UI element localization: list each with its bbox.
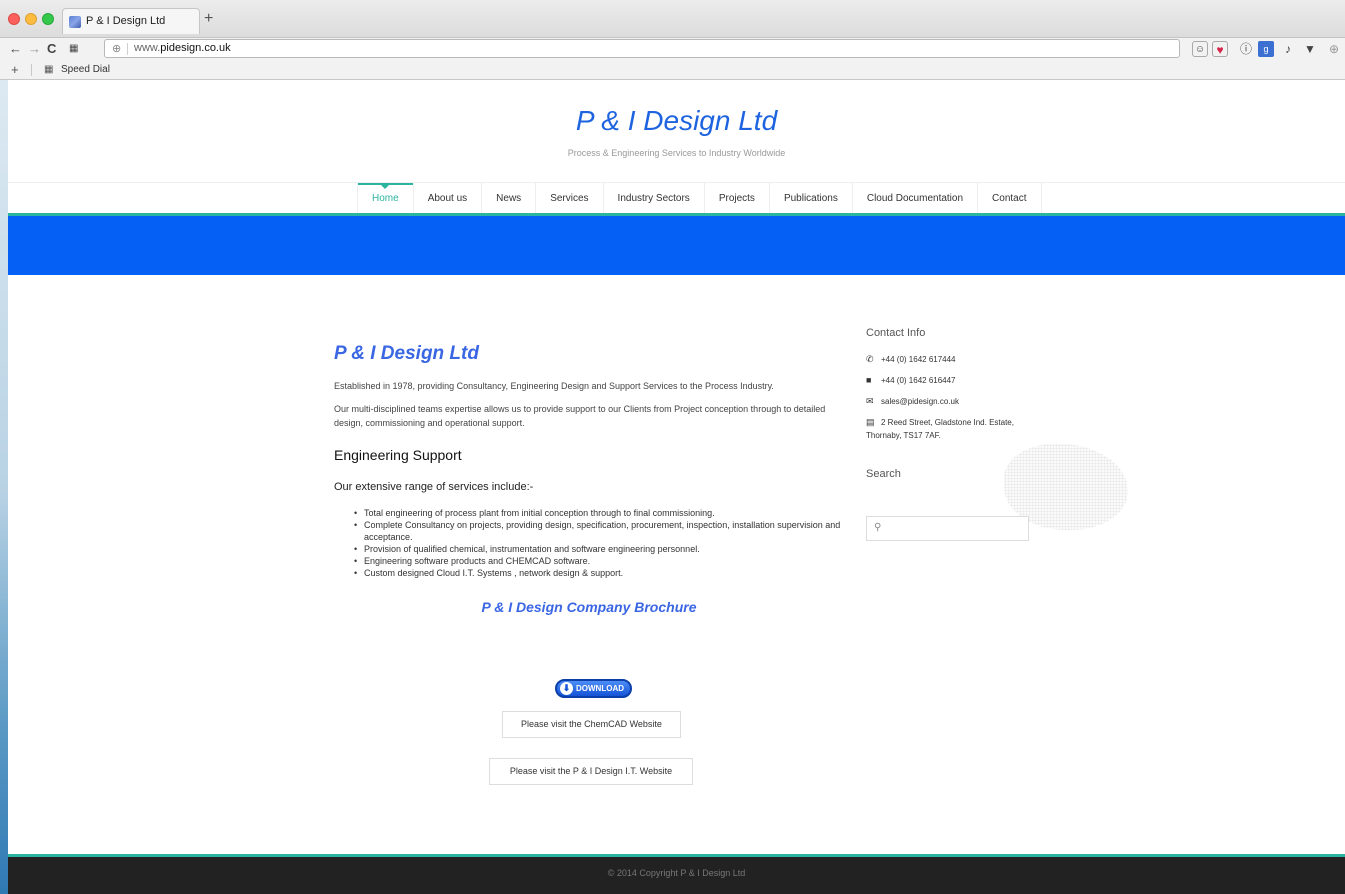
forward-arrow-icon[interactable]: → <box>28 41 41 56</box>
services-list: Total engineering of process plant from … <box>334 507 844 579</box>
browser-window: P & I Design Ltd + ← → C ▦ ⊕ www.pidesig… <box>0 0 1345 894</box>
address-text: 2 Reed Street, Gladstone Ind. Estate, Th… <box>866 418 1014 440</box>
new-tab-button[interactable]: + <box>204 10 213 28</box>
teams-paragraph: Our multi-disciplined teams expertise al… <box>334 404 826 428</box>
nav-item-home[interactable]: Home <box>357 183 414 214</box>
url-divider <box>127 43 128 55</box>
email-link[interactable]: sales@pidesign.co.uk <box>881 397 959 406</box>
speed-dial-icon: ▦ <box>44 64 54 75</box>
evernote-extension-icon[interactable]: ♪ <box>1280 41 1296 57</box>
zoom-window-button[interactable] <box>42 13 54 25</box>
content-title: P & I Design Ltd <box>334 343 479 364</box>
list-item: Total engineering of process plant from … <box>354 507 844 519</box>
list-item: Complete Consultancy on projects, provid… <box>354 519 844 543</box>
bookmarks-bar: + ▦ Speed Dial <box>0 60 1345 80</box>
phone-row: ✆ +44 (0) 1642 617444 <box>866 353 1036 366</box>
site-title[interactable]: P & I Design Ltd <box>8 105 1345 137</box>
list-item: Provision of qualified chemical, instrum… <box>354 543 844 555</box>
engineering-support-heading: Engineering Support <box>334 447 462 463</box>
address-toolbar: ← → C ▦ ⊕ www.pidesign.co.uk ☺ ♥ ⓘ g ♪ ▼… <box>0 38 1345 60</box>
hero-banner <box>8 216 1345 275</box>
pocket-extension-icon[interactable]: ▼ <box>1302 41 1318 57</box>
nav-item-publications[interactable]: Publications <box>770 183 853 214</box>
speed-dial-bookmark[interactable]: Speed Dial <box>61 64 110 75</box>
contact-info-heading: Contact Info <box>866 327 926 339</box>
add-bookmark-button[interactable]: + <box>11 62 19 77</box>
intro-paragraph: Established in 1978, providing Consultan… <box>334 381 774 391</box>
nav-menu-row: Home About us News Services Industry Sectors… <box>357 183 1042 214</box>
minimize-window-button[interactable] <box>25 13 37 25</box>
fax-row: ■ +44 (0) 1642 616447 <box>866 374 1036 387</box>
site-tagline: Process & Engineering Services to Indust… <box>567 148 786 158</box>
brochure-heading: P & I Design Company Brochure <box>481 599 697 615</box>
info-extension-icon[interactable]: ⓘ <box>1238 41 1254 57</box>
search-icon: ⚲ <box>874 522 882 533</box>
nav-item-news[interactable]: News <box>482 183 537 214</box>
web-page: P & I Design Ltd Process & Engineering S… <box>8 81 1345 894</box>
download-arrow-icon: ⬇ <box>560 682 573 695</box>
list-item: Custom designed Cloud I.T. Systems , net… <box>354 567 844 579</box>
footer-copyright: © 2014 Copyright P & I Design Ltd <box>607 868 746 878</box>
tab-bar: P & I Design Ltd + <box>0 0 1345 38</box>
email-row: ✉ sales@pidesign.co.uk <box>866 395 1036 408</box>
bookmarks-divider <box>31 64 32 76</box>
services-heading: Our extensive range of services include:… <box>334 481 534 493</box>
more-extensions-icon[interactable]: ⊕ <box>1326 41 1342 57</box>
address-row: ▤ 2 Reed Street, Gladstone Ind. Estate, T… <box>866 416 1036 442</box>
nav-item-cloud-documentation[interactable]: Cloud Documentation <box>853 183 979 214</box>
chemcad-website-button[interactable]: Please visit the ChemCAD Website <box>502 711 681 738</box>
envelope-icon: ✉ <box>866 396 874 406</box>
url-text: www.pidesign.co.uk <box>134 42 231 54</box>
url-field[interactable]: ⊕ www.pidesign.co.uk <box>104 39 1180 58</box>
reload-icon[interactable]: C <box>47 41 56 56</box>
search-input[interactable]: ⚲ <box>866 516 1029 541</box>
translate-extension-icon[interactable]: g <box>1258 41 1274 57</box>
list-item: Engineering software products and CHEMCA… <box>354 555 844 567</box>
browser-tab[interactable]: P & I Design Ltd <box>62 8 200 34</box>
sidebar: Contact Info ✆ +44 (0) 1642 617444 ■ +44… <box>866 327 1036 494</box>
close-window-button[interactable] <box>8 13 20 25</box>
back-arrow-icon[interactable]: ← <box>9 41 22 56</box>
nav-item-contact[interactable]: Contact <box>978 183 1042 214</box>
fax-number: +44 (0) 1642 616447 <box>881 376 956 385</box>
heart-extension-icon[interactable]: ♥ <box>1212 41 1228 57</box>
fax-icon: ■ <box>866 375 872 385</box>
phone-icon: ✆ <box>866 354 874 364</box>
site-footer: © 2014 Copyright P & I Design Ltd <box>8 857 1345 894</box>
privacy-extension-icon[interactable]: ☺ <box>1192 41 1208 57</box>
favicon-icon <box>69 16 81 28</box>
nav-item-projects[interactable]: Projects <box>705 183 770 214</box>
nav-item-services[interactable]: Services <box>536 183 604 214</box>
main-content: P & I Design Ltd Established in 1978, pr… <box>334 343 844 615</box>
speed-dial-grid-icon[interactable]: ▦ <box>69 43 78 54</box>
download-brochure-button[interactable]: ⬇ DOWNLOAD <box>555 679 632 698</box>
search-heading: Search <box>866 468 901 480</box>
nav-item-about-us[interactable]: About us <box>414 183 483 214</box>
nav-item-industry-sectors[interactable]: Industry Sectors <box>604 183 705 214</box>
globe-icon: ⊕ <box>112 43 122 55</box>
tab-title: P & I Design Ltd <box>86 15 166 27</box>
phone-number: +44 (0) 1642 617444 <box>881 355 956 364</box>
main-navigation: Home About us News Services Industry Sectors… <box>8 182 1345 214</box>
download-label: DOWNLOAD <box>576 684 624 693</box>
it-website-button[interactable]: Please visit the P & I Design I.T. Websi… <box>489 758 693 785</box>
building-icon: ▤ <box>866 417 875 427</box>
